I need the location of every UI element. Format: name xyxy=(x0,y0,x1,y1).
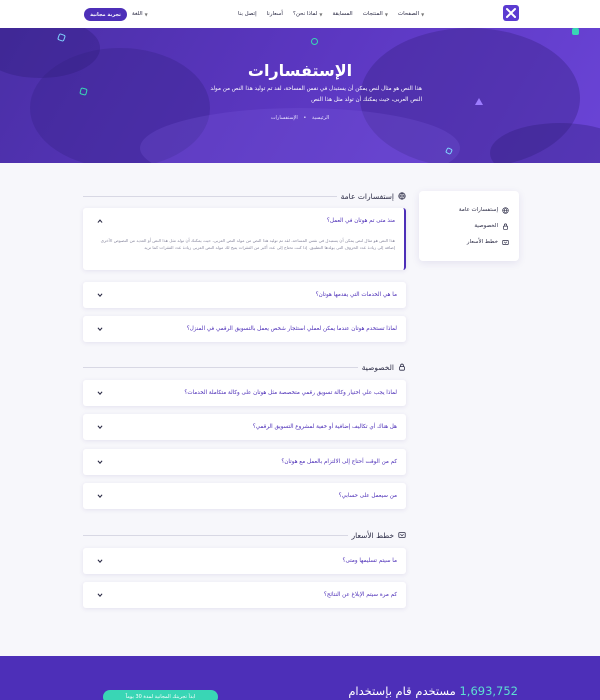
pricing-card-icon xyxy=(502,239,509,246)
faq-question: منذ متى تم هوتان في العمل؟ xyxy=(326,218,395,224)
faq-category-sidebar: إستفسارات عامة الخصوصية خطط الأسعار xyxy=(419,191,519,261)
section-divider xyxy=(83,195,337,197)
sidebar-item-pricing[interactable]: خطط الأسعار xyxy=(467,236,509,248)
chevron-down-icon[interactable] xyxy=(96,291,104,299)
nav-item-label: المسابقة xyxy=(332,11,353,17)
users-count-label: مستخدم قام بإستخدام xyxy=(348,684,456,698)
section-title: خطط الأسعار xyxy=(351,530,394,540)
breadcrumb-separator: • xyxy=(303,115,307,121)
section-divider xyxy=(83,366,358,368)
globe-icon xyxy=(502,206,509,214)
hero-description: هذا النص هو مثال لنص يمكن أن يستبدل في ن… xyxy=(210,86,422,103)
nav-item-contest[interactable]: المسابقة xyxy=(332,11,352,17)
faq-question: لماذا تستخدم هوتان عندما يمكن لعملي استئ… xyxy=(186,326,397,332)
decor-triangle xyxy=(475,98,483,105)
logo-mark-icon xyxy=(506,8,516,18)
breadcrumb-home[interactable]: الرئيسية xyxy=(312,115,329,121)
nav-item-label: أسعارنا xyxy=(266,11,283,17)
chevron-down-icon[interactable] xyxy=(96,458,104,466)
chevron-down-icon: ▼ xyxy=(421,11,425,17)
faq-question: كم مرة سيتم الإبلاغ عن النتائج؟ xyxy=(323,592,397,598)
users-count-text: 1,693,752 مستخدم قام بإستخدام xyxy=(348,684,518,698)
hero-banner: الإستفسارات هذا النص هو مثال لنص يمكن أن… xyxy=(0,28,600,163)
nav-item-label: المنتجات xyxy=(362,11,383,17)
sidebar-item-label: إستفسارات عامة xyxy=(458,207,498,213)
nav-item-pages[interactable]: الصفحات ▼ xyxy=(398,11,424,17)
sidebar-item-label: الخصوصية xyxy=(474,223,498,229)
faq-question: من سيعمل على حسابي؟ xyxy=(338,493,397,499)
faq-question: لماذا يجب علي اختيار وكالة تسويق رقمي مت… xyxy=(184,390,397,396)
nav-item-label: الصفحات xyxy=(397,11,420,17)
section-header-general: إستفسارات عامة xyxy=(83,190,406,202)
faq-question: هل هناك أي تكاليف إضافية أو خفية لمشروع … xyxy=(252,424,397,430)
faq-question: ما سيتم تسليمها ومتى؟ xyxy=(342,558,397,564)
faq-question: كم من الوقت أحتاج إلى الالتزام بالعمل مع… xyxy=(281,459,397,465)
nav-item-label: إتصل بنا xyxy=(238,11,257,17)
breadcrumb: الرئيسية • الإستفسارات xyxy=(0,115,600,121)
faq-answer: هذا النص هو مثال لنص يمكن أن يستبدل في ن… xyxy=(100,238,395,250)
decor-square xyxy=(572,28,579,35)
faq-item[interactable]: كم مرة سيتم الإبلاغ عن النتائج؟ xyxy=(83,582,406,608)
start-trial-button[interactable]: ابدأ تجربتك المجانية لمدة 30 يوماً xyxy=(103,690,218,700)
faq-item[interactable]: ما سيتم تسليمها ومتى؟ xyxy=(83,548,406,574)
users-count-number: 1,693,752 xyxy=(459,684,518,698)
lock-icon xyxy=(502,223,509,230)
chevron-down-icon: ▼ xyxy=(144,11,148,17)
chevron-up-icon[interactable] xyxy=(96,217,104,225)
faq-item[interactable]: من سيعمل على حسابي؟ xyxy=(83,483,406,509)
section-header-privacy: الخصوصية xyxy=(83,361,406,373)
nav-item-products[interactable]: المنتجات ▼ xyxy=(363,11,388,17)
chevron-down-icon: ▼ xyxy=(319,11,323,17)
breadcrumb-current: الإستفسارات xyxy=(270,115,298,121)
section-title: الخصوصية xyxy=(361,362,394,372)
stats-band: 1,693,752 مستخدم قام بإستخدام ابدأ تجربت… xyxy=(0,656,600,700)
main-nav: الصفحات ▼ المنتجات ▼ المسابقة لماذا نحن؟… xyxy=(238,0,424,28)
sidebar-item-privacy[interactable]: الخصوصية xyxy=(474,220,509,232)
sidebar-item-general[interactable]: إستفسارات عامة xyxy=(459,204,509,216)
globe-icon xyxy=(398,192,406,200)
language-selector[interactable]: اللغة ▼ xyxy=(132,0,148,28)
faq-item[interactable]: كم من الوقت أحتاج إلى الالتزام بالعمل مع… xyxy=(83,449,406,475)
nav-item-contact[interactable]: إتصل بنا xyxy=(238,11,257,17)
pricing-card-icon xyxy=(398,531,406,539)
chevron-down-icon[interactable] xyxy=(96,492,104,500)
lock-icon xyxy=(398,363,406,371)
chevron-down-icon[interactable] xyxy=(96,325,104,333)
nav-item-why-us[interactable]: لماذا نحن؟ ▼ xyxy=(293,11,323,17)
chevron-down-icon: ▼ xyxy=(384,11,388,17)
faq-item[interactable]: ما هي الخدمات التي يقدمها هوتان؟ xyxy=(83,282,406,308)
brand-logo[interactable] xyxy=(503,5,519,21)
sidebar-item-label: خطط الأسعار xyxy=(466,239,498,245)
nav-item-pricing[interactable]: أسعارنا xyxy=(267,11,283,17)
language-label: اللغة xyxy=(132,11,143,17)
section-title: إستفسارات عامة xyxy=(340,191,394,201)
faq-item[interactable]: هل هناك أي تكاليف إضافية أو خفية لمشروع … xyxy=(83,414,406,440)
chevron-down-icon[interactable] xyxy=(96,389,104,397)
faq-item[interactable]: لماذا تستخدم هوتان عندما يمكن لعملي استئ… xyxy=(83,316,406,342)
faq-item[interactable]: لماذا يجب علي اختيار وكالة تسويق رقمي مت… xyxy=(83,380,406,406)
chevron-down-icon[interactable] xyxy=(96,591,104,599)
section-header-pricing: خطط الأسعار xyxy=(83,529,406,541)
nav-item-label: لماذا نحن؟ xyxy=(292,11,318,17)
faq-question: ما هي الخدمات التي يقدمها هوتان؟ xyxy=(315,292,397,298)
decor-circle xyxy=(311,38,318,45)
chevron-down-icon[interactable] xyxy=(96,423,104,431)
chevron-down-icon[interactable] xyxy=(96,557,104,565)
page-title: الإستفسارات xyxy=(247,61,353,80)
faq-item[interactable]: منذ متى تم هوتان في العمل؟ هذا النص هو م… xyxy=(83,208,406,270)
free-trial-button[interactable]: تجربة مجانية xyxy=(84,8,127,21)
section-divider xyxy=(83,534,348,536)
top-navbar: الصفحات ▼ المنتجات ▼ المسابقة لماذا نحن؟… xyxy=(0,0,600,28)
